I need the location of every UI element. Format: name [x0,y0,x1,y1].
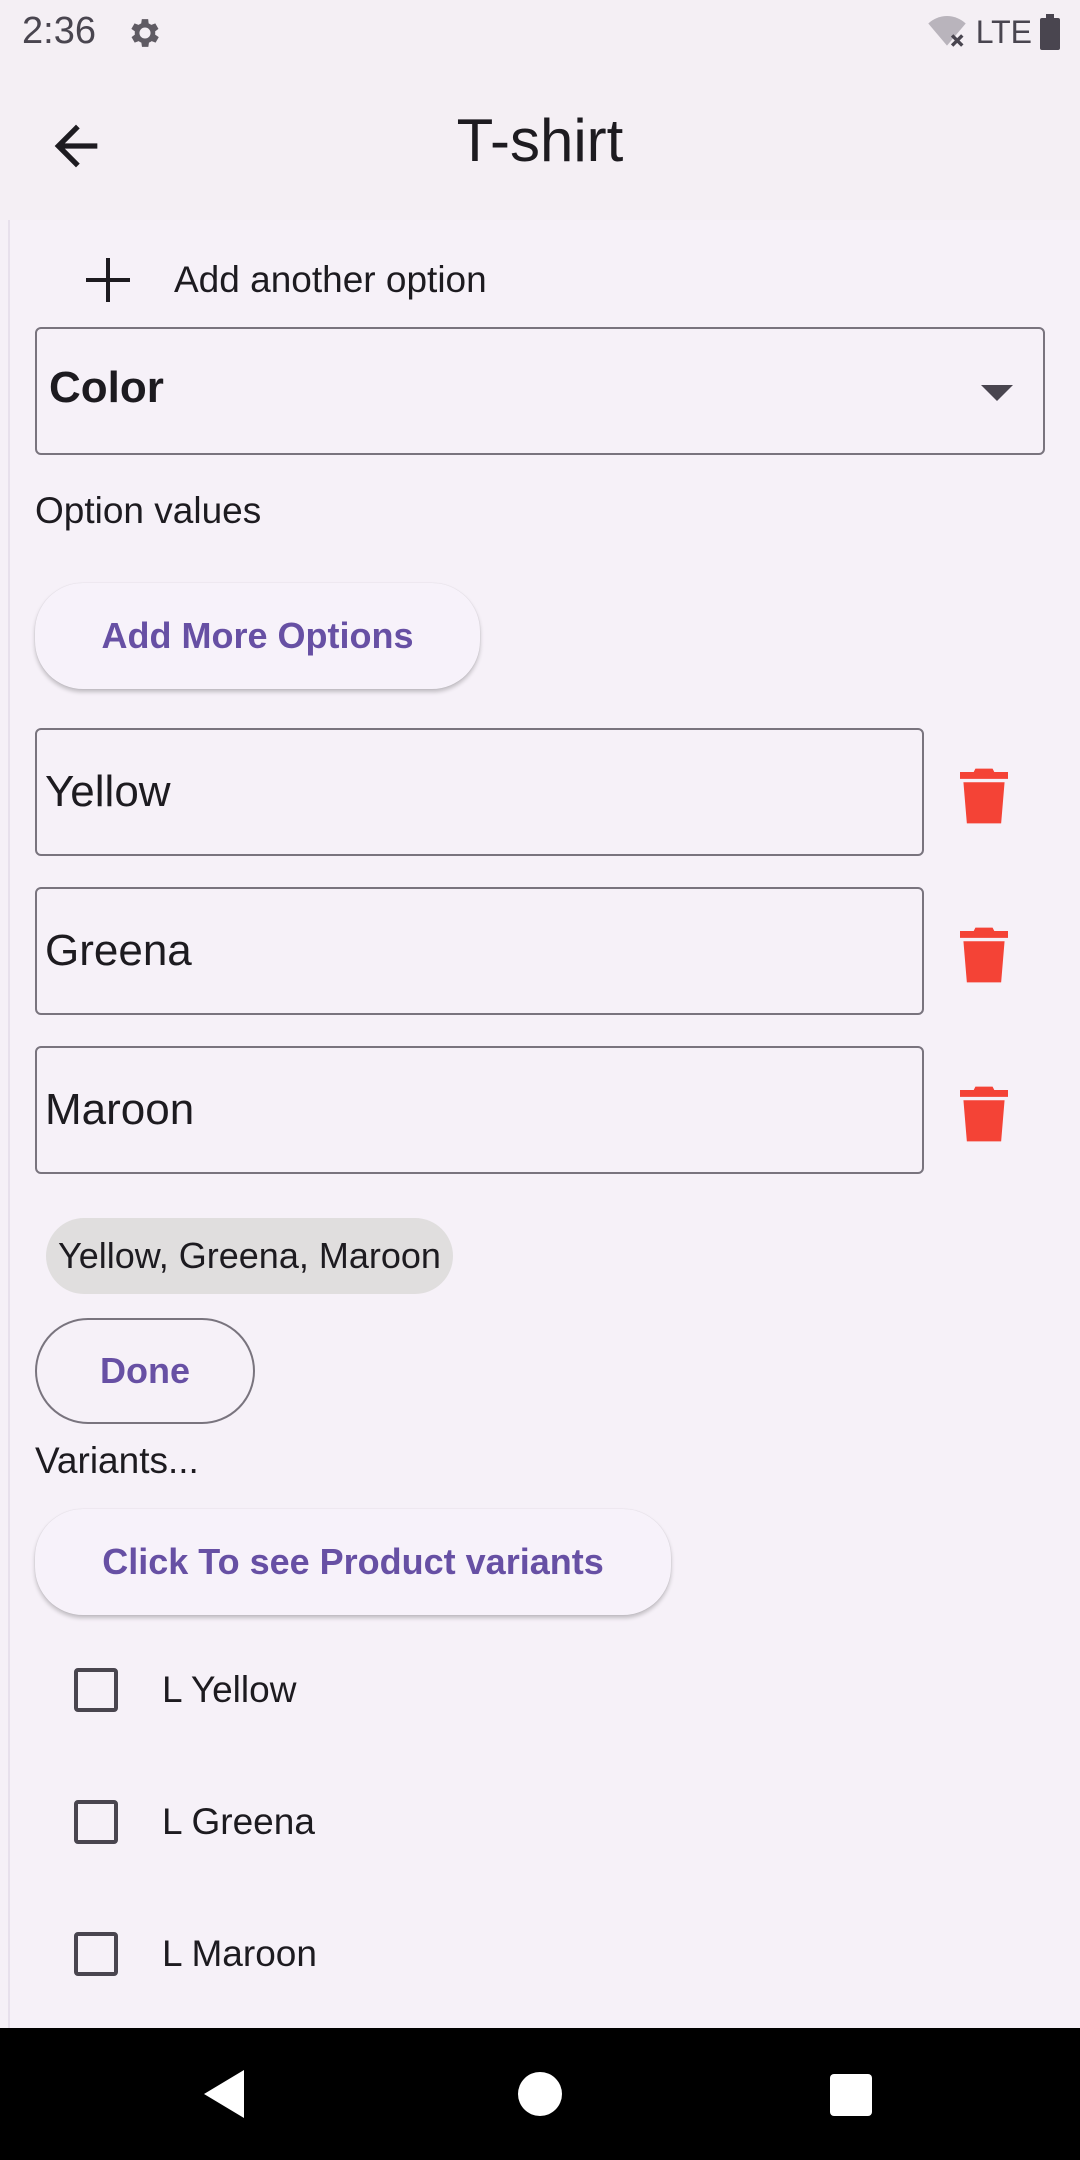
app-bar: T-shirt [0,66,1080,220]
delete-icon[interactable] [960,768,1008,824]
variants-label: Variants... [35,1440,199,1481]
add-another-option-label: Add another option [174,259,487,300]
page-title: T-shirt [456,107,624,174]
option-value-field [35,1046,924,1174]
wifi-off-icon [927,16,966,47]
option-type-value: Color [49,363,164,412]
status-icons: LTE [926,12,1060,52]
done-button[interactable]: Done [35,1318,255,1424]
nav-home-icon[interactable] [518,2072,562,2116]
variant-checkbox[interactable] [74,1800,118,1844]
plus-icon [82,254,134,306]
variant-checkbox[interactable] [74,1932,118,1976]
option-value-field [35,728,924,856]
nav-recents-icon[interactable] [830,2074,872,2116]
option-value-field [35,887,924,1015]
status-time: 2:36 [22,10,96,52]
add-another-option-button[interactable]: Add another option [82,236,487,324]
nav-back-icon[interactable] [204,2070,244,2118]
see-product-variants-button[interactable]: Click To see Product variants [35,1509,671,1615]
delete-icon[interactable] [960,927,1008,983]
option-value-input-yellow[interactable] [45,750,905,834]
main-content: Add another option Color Option values A… [8,220,1080,2028]
variant-label: L Yellow [162,1669,297,1710]
variant-label: L Greena [162,1801,315,1842]
option-value-input-greena[interactable] [45,909,905,993]
option-value-input-maroon[interactable] [45,1068,905,1152]
settings-gear-icon [131,19,159,47]
add-more-options-button[interactable]: Add More Options [35,583,480,689]
option-values-summary-chip: Yellow, Greena, Maroon [46,1218,453,1294]
battery-icon [1040,14,1060,50]
variant-item[interactable]: L Greena [74,1777,315,1867]
option-type-dropdown[interactable]: Color [35,327,1045,455]
status-bar: 2:36 LTE [0,0,1080,66]
variant-item[interactable]: L Yellow [74,1645,296,1735]
variant-checkbox[interactable] [74,1668,118,1712]
option-values-label: Option values [35,490,262,531]
variant-item[interactable]: L Maroon [74,1909,317,1999]
variant-label: L Maroon [162,1933,317,1974]
network-type: LTE [975,13,1032,50]
delete-icon[interactable] [960,1086,1008,1142]
system-nav-bar [0,2028,1080,2160]
dropdown-arrow-icon [981,385,1013,401]
